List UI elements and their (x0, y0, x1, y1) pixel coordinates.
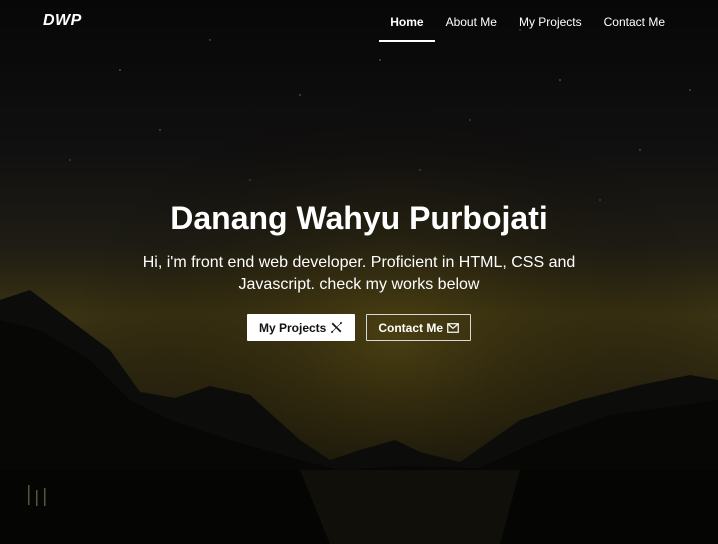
nav-item-about-me[interactable]: About Me (435, 0, 508, 42)
tools-icon (330, 321, 343, 334)
top-navbar: DWP Home About Me My Projects Contact Me (0, 0, 718, 42)
envelope-icon (447, 322, 459, 333)
nav-menu: Home About Me My Projects Contact Me (379, 0, 718, 42)
contact-me-button[interactable]: Contact Me (366, 314, 472, 341)
nav-item-my-projects[interactable]: My Projects (508, 0, 593, 42)
brand-logo[interactable]: DWP (43, 12, 82, 30)
nav-item-contact-me[interactable]: Contact Me (593, 0, 676, 42)
my-projects-button[interactable]: My Projects (246, 314, 356, 341)
my-projects-button-label: My Projects (258, 320, 327, 335)
nav-item-home[interactable]: Home (379, 0, 435, 42)
hero-title: Danang Wahyu Purbojati (170, 200, 548, 236)
contact-me-button-label: Contact Me (378, 320, 444, 335)
hero-actions: My Projects Contact Me (0, 314, 718, 341)
hero-subtitle: Hi, i'm front end web developer. Profici… (142, 254, 576, 293)
hero-section: Danang Wahyu Purbojati Hi, i'm front end… (0, 198, 718, 341)
